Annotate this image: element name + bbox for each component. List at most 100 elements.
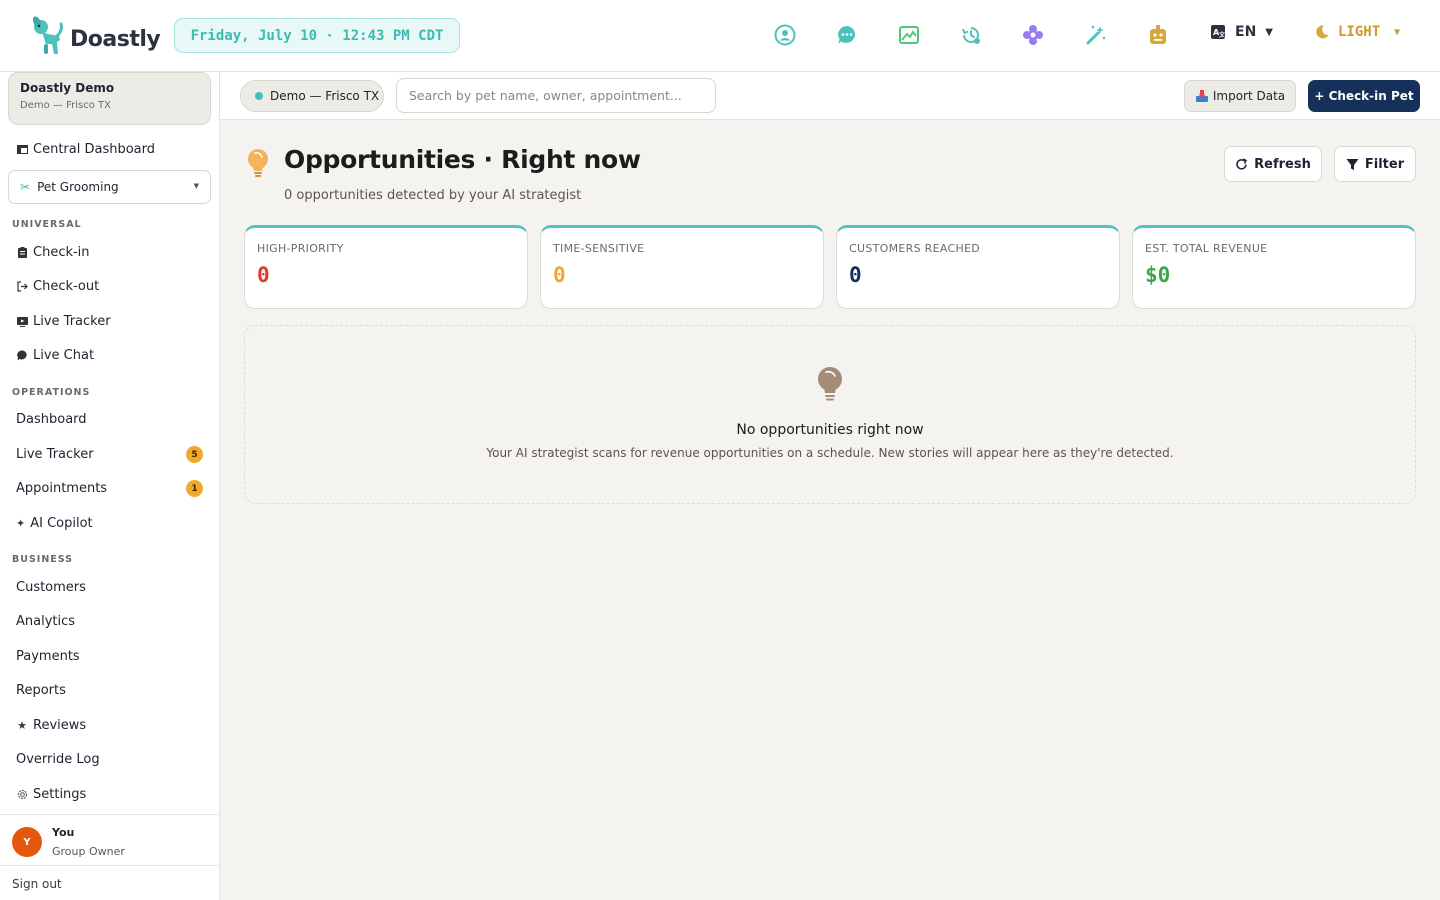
brand-logo[interactable]: Doastly (30, 14, 161, 58)
lightbulb-icon (818, 367, 842, 401)
service-select-value: Pet Grooming (37, 180, 119, 194)
search-input[interactable] (396, 78, 716, 113)
avatar: Y (12, 827, 42, 857)
stat-label: HIGH-PRIORITY (257, 242, 344, 255)
sidebar-item-label: Live Tracker (33, 314, 111, 329)
import-data-label: Import Data (1212, 89, 1286, 103)
sign-out-link[interactable]: Sign out (0, 865, 219, 900)
stat-value: 0 (849, 263, 862, 287)
dashboard-icon (16, 145, 28, 154)
chat-bubble-icon[interactable] (834, 22, 860, 48)
sidebar-item-override-log[interactable]: Override Log (16, 752, 100, 767)
org-switcher[interactable]: Doastly Demo Demo — Frisco TX (8, 72, 211, 125)
moon-icon (1316, 25, 1329, 39)
sidebar-item-label: Reports (16, 683, 66, 698)
clock-history-icon[interactable] (958, 22, 984, 48)
tv-icon (16, 316, 28, 327)
refresh-button[interactable]: Refresh (1224, 146, 1322, 182)
refresh-label: Refresh (1254, 156, 1311, 172)
org-location: Demo — Frisco TX (20, 100, 111, 111)
sidebar-item-reviews[interactable]: ★ Reviews (16, 718, 86, 733)
image-gallery-icon[interactable] (896, 22, 922, 48)
top-bar: Doastly Friday, July 10 · 12:43 PM CDT A… (0, 0, 1440, 72)
sidebar-item-live-tracker[interactable]: Live Tracker (16, 314, 111, 329)
chevron-down-icon: ▼ (193, 182, 199, 190)
sidebar-item-label: AI Copilot (30, 516, 93, 531)
sparkle-icon: ✦ (16, 517, 26, 530)
user-name: You (52, 826, 75, 839)
sidebar-item-settings[interactable]: Settings (16, 787, 86, 802)
status-dot-icon (255, 92, 263, 100)
magic-wand-icon[interactable] (1083, 22, 1109, 48)
filter-button[interactable]: Filter (1334, 146, 1416, 182)
sidebar-item-customers[interactable]: Customers (16, 580, 86, 595)
translate-icon: A文 (1211, 25, 1226, 39)
sidebar-item-label: Check-in (33, 245, 90, 260)
stat-label: EST. TOTAL REVENUE (1145, 242, 1268, 255)
language-selector[interactable]: A文 EN ▼ (1210, 24, 1273, 40)
sidebar: Doastly Demo Demo — Frisco TX Central Da… (0, 72, 220, 900)
sidebar-item-central-dashboard[interactable]: Central Dashboard (16, 142, 155, 157)
stat-card-customers-reached: CUSTOMERS REACHED 0 (836, 225, 1120, 309)
stat-card-high-priority: HIGH-PRIORITY 0 (244, 225, 528, 309)
scissors-icon: ✂ (20, 180, 31, 194)
stat-label: TIME-SENSITIVE (553, 242, 645, 255)
user-role: Group Owner (52, 845, 125, 858)
datetime-display: Friday, July 10 · 12:43 PM CDT (174, 18, 460, 53)
sidebar-item-check-out[interactable]: Check-out (16, 279, 99, 294)
sub-header: Demo — Frisco TX Import Data + Check-in … (220, 72, 1440, 120)
user-profile[interactable]: Y You Group Owner (0, 814, 219, 865)
sidebar-item-dashboard[interactable]: Dashboard (16, 412, 87, 427)
check-in-pet-button[interactable]: + Check-in Pet (1308, 80, 1420, 112)
dog-logo-icon (32, 16, 63, 54)
sidebar-item-payments[interactable]: Payments (16, 649, 80, 664)
sidebar-item-label: Override Log (16, 752, 100, 767)
sidebar-item-label: Appointments (16, 481, 108, 496)
theme-label: LIGHT (1338, 24, 1381, 40)
funnel-icon (1346, 158, 1359, 170)
sidebar-item-label: Customers (16, 580, 86, 595)
sidebar-item-label: Reviews (33, 718, 87, 733)
sidebar-item-label: Check-out (33, 279, 100, 294)
svg-text:文: 文 (1218, 31, 1226, 39)
support-icon[interactable] (772, 22, 798, 48)
sidebar-item-label: Analytics (16, 614, 76, 629)
gear-icon (16, 789, 28, 800)
page-title: Opportunities · Right now (284, 145, 641, 174)
language-label: EN (1235, 24, 1257, 40)
exit-icon (16, 281, 28, 292)
sidebar-item-ai-copilot[interactable]: ✦ AI Copilot (16, 516, 93, 531)
sidebar-item-label: Payments (16, 649, 80, 664)
settings-gear-icon[interactable] (1020, 22, 1046, 48)
chevron-down-icon: ▼ (1265, 26, 1273, 38)
chevron-down-icon: ▼ (1394, 26, 1401, 38)
sidebar-item-live-chat[interactable]: Live Chat (16, 348, 94, 363)
sidebar-item-check-in[interactable]: Check-in (16, 245, 90, 260)
theme-toggle[interactable]: LIGHT ▼ (1314, 24, 1400, 40)
lightbulb-icon (248, 149, 268, 177)
empty-state-description: Your AI strategist scans for revenue opp… (486, 446, 1174, 460)
import-icon (1195, 89, 1208, 102)
section-business: BUSINESS (12, 554, 74, 565)
stat-value: 0 (257, 263, 270, 287)
service-select[interactable]: ✂ Pet Grooming ▼ (8, 170, 211, 204)
sidebar-item-live-tracker-ops[interactable]: Live Tracker (16, 447, 94, 462)
live-tracker-count-badge: 5 (186, 446, 203, 463)
sidebar-item-analytics[interactable]: Analytics (16, 614, 75, 629)
empty-state: No opportunities right now Your AI strat… (244, 325, 1416, 504)
stat-value: $0 (1145, 263, 1171, 287)
sidebar-item-appointments[interactable]: Appointments (16, 481, 107, 496)
location-pill[interactable]: Demo — Frisco TX (240, 80, 384, 112)
import-data-button[interactable]: Import Data (1184, 80, 1296, 112)
filter-label: Filter (1364, 156, 1405, 172)
sidebar-item-label: Settings (33, 787, 87, 802)
sidebar-item-reports[interactable]: Reports (16, 683, 66, 698)
stat-label: CUSTOMERS REACHED (849, 242, 981, 255)
sidebar-item-label: Live Tracker (16, 447, 94, 462)
chat-icon (16, 350, 28, 361)
sidebar-item-label: Central Dashboard (33, 142, 155, 157)
robot-icon[interactable] (1145, 22, 1171, 48)
stat-value: 0 (553, 263, 566, 287)
refresh-icon (1236, 157, 1248, 170)
sidebar-item-label: Dashboard (16, 412, 87, 427)
